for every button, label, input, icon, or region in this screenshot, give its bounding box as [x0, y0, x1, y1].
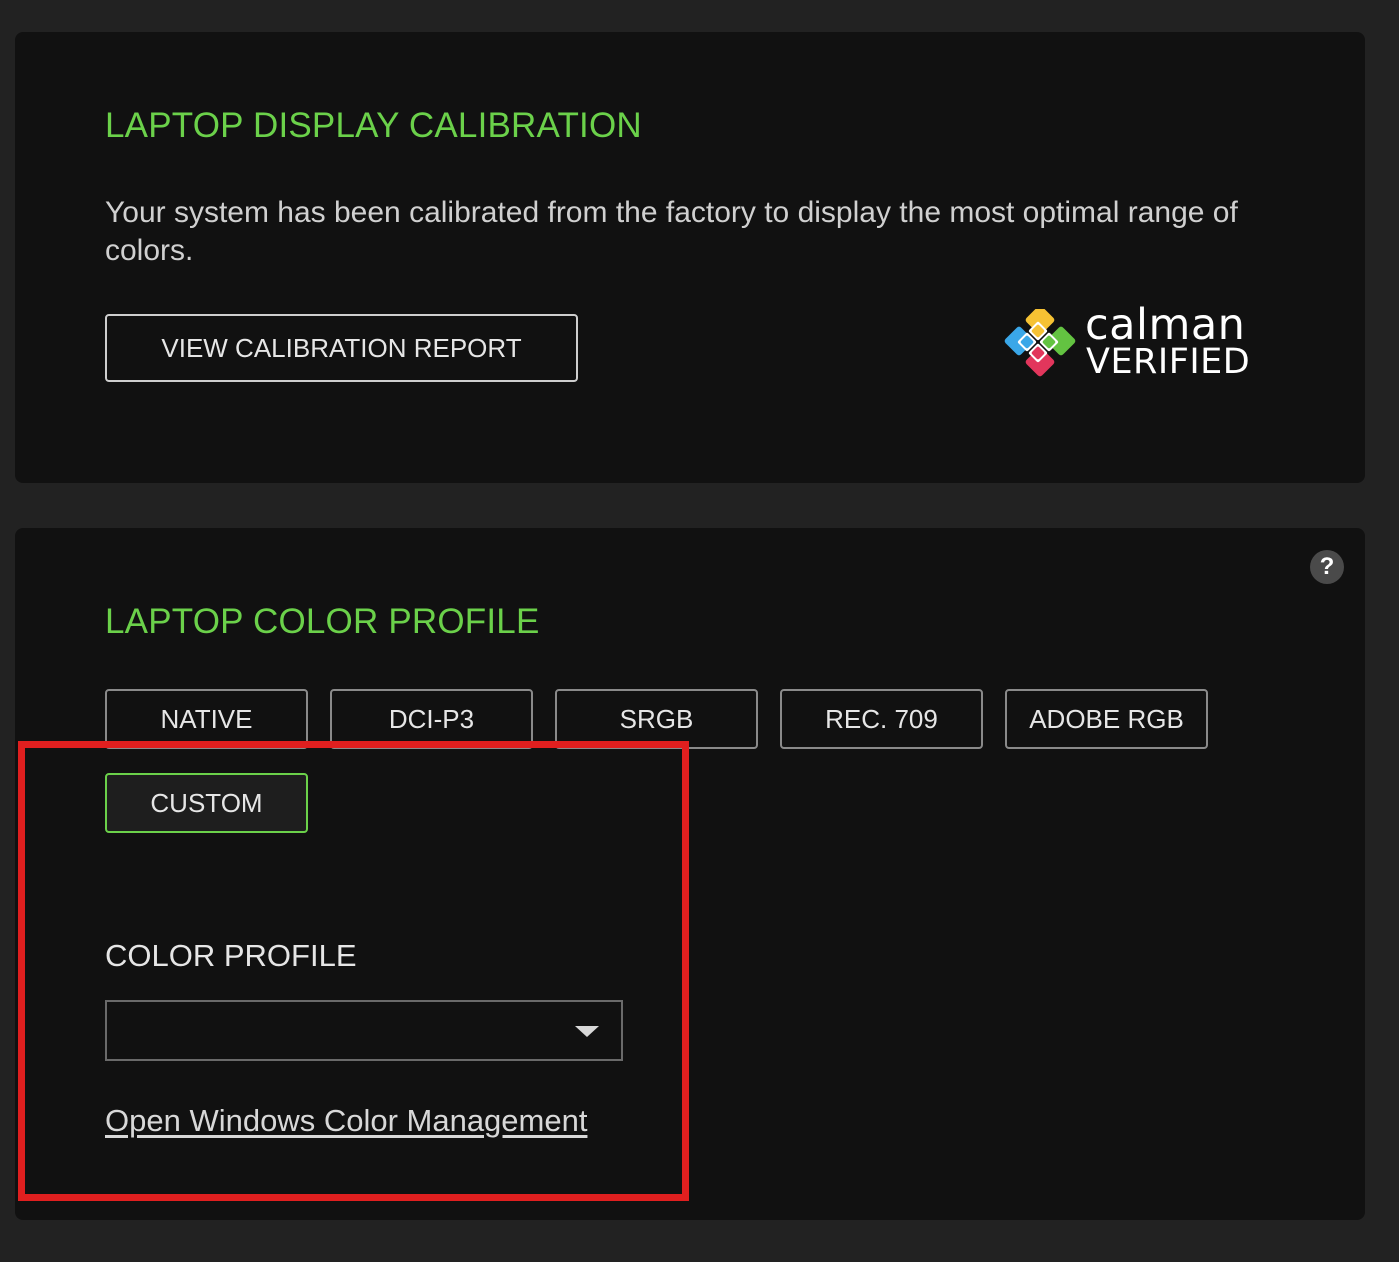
color-profile-dropdown[interactable]: [105, 1000, 623, 1061]
color-profile-label: COLOR PROFILE: [105, 938, 357, 973]
preset-custom-button[interactable]: CUSTOM: [105, 773, 308, 833]
calibration-panel: LAPTOP DISPLAY CALIBRATION Your system h…: [15, 32, 1365, 483]
chevron-down-icon: [575, 1026, 599, 1037]
preset-adobe-rgb-button[interactable]: ADOBE RGB: [1005, 689, 1208, 749]
preset-rec709-button[interactable]: REC. 709: [780, 689, 983, 749]
calibration-description: Your system has been calibrated from the…: [105, 196, 1238, 267]
calman-logo-word: calman: [1085, 300, 1246, 350]
open-windows-color-management-link[interactable]: Open Windows Color Management: [105, 1103, 587, 1139]
color-profile-panel: ? LAPTOP COLOR PROFILE NATIVE DCI-P3 SRG…: [15, 528, 1365, 1220]
calman-verified-logo: calman VERIFIED: [1003, 300, 1253, 385]
color-profile-title: LAPTOP COLOR PROFILE: [105, 602, 540, 641]
preset-dci-p3-button[interactable]: DCI-P3: [330, 689, 533, 749]
view-calibration-report-button[interactable]: VIEW CALIBRATION REPORT: [105, 314, 578, 382]
calman-logo-verified: VERIFIED: [1086, 342, 1251, 382]
calman-diamond-icon: [1004, 309, 1076, 377]
preset-native-button[interactable]: NATIVE: [105, 689, 308, 749]
preset-srgb-button[interactable]: SRGB: [555, 689, 758, 749]
calibration-title: LAPTOP DISPLAY CALIBRATION: [105, 106, 642, 145]
help-icon[interactable]: ?: [1310, 550, 1344, 584]
